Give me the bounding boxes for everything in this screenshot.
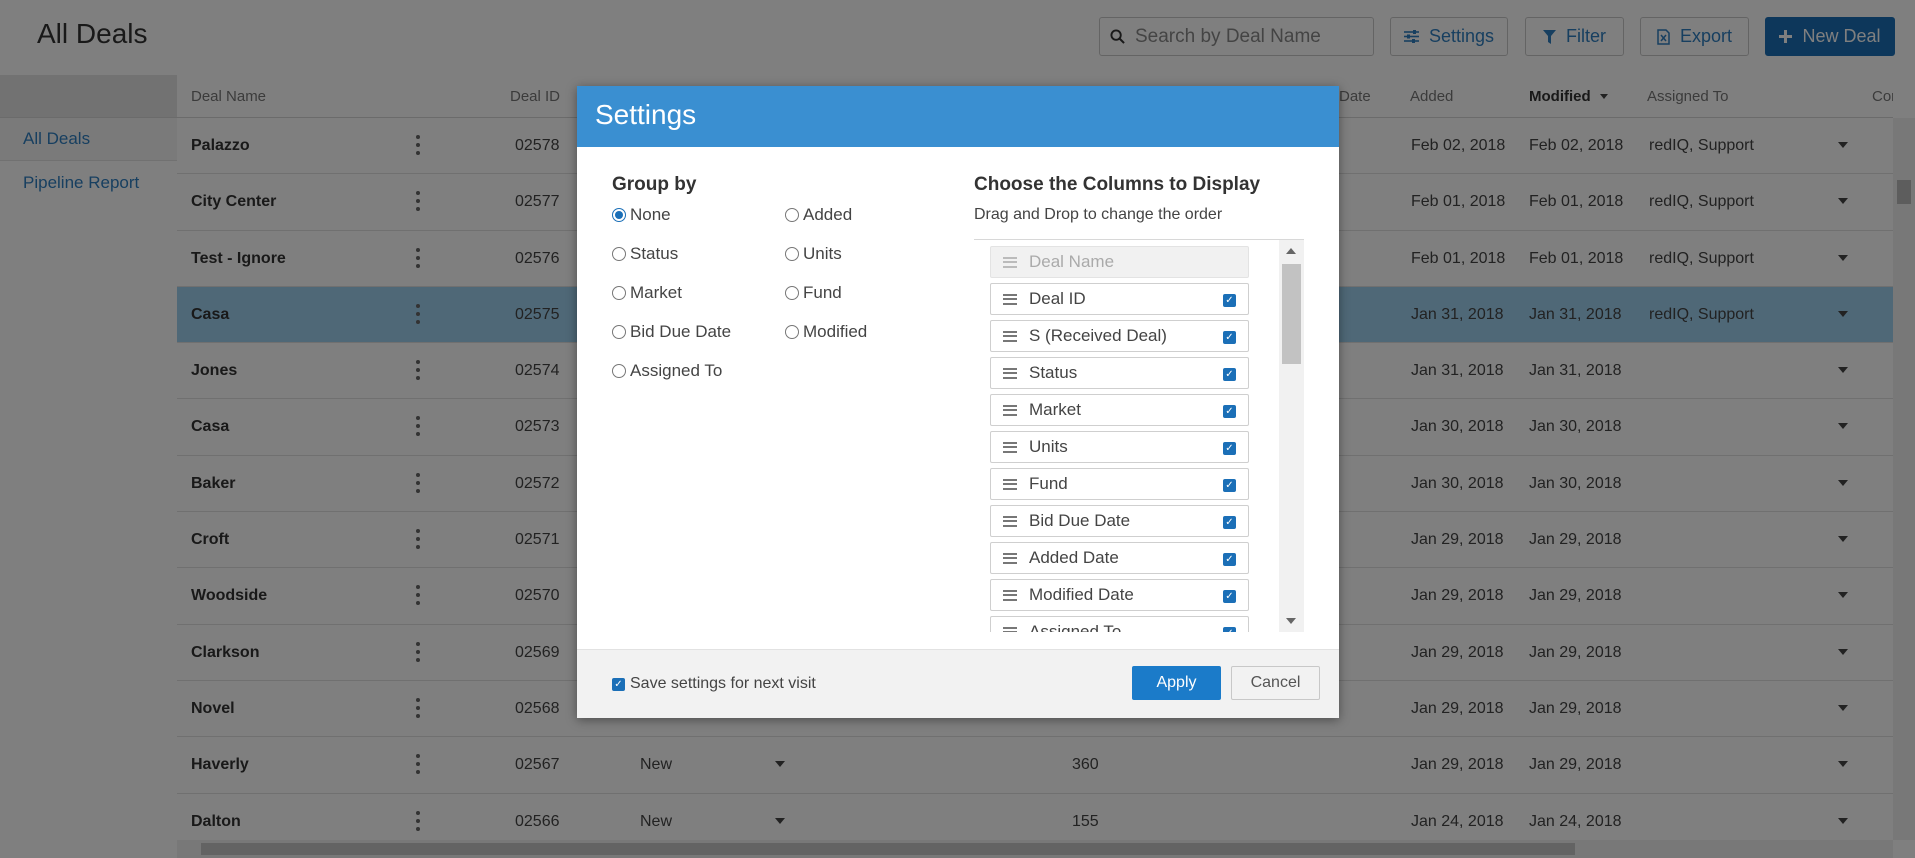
drag-handle-icon[interactable]	[1003, 293, 1017, 305]
column-option-label: Fund	[1029, 474, 1068, 493]
column-option-label: Units	[1029, 437, 1068, 456]
checkbox-checked-icon[interactable]: ✓	[1223, 405, 1236, 418]
column-option-market[interactable]: Market ✓	[990, 394, 1249, 426]
radio-label: Added	[803, 205, 853, 224]
checkbox-checked-icon[interactable]: ✓	[1223, 442, 1236, 455]
group-by-option-added[interactable]: Added	[785, 205, 852, 225]
checkbox-checked-icon[interactable]: ✓	[1223, 590, 1236, 603]
drag-handle-icon[interactable]	[1003, 441, 1017, 453]
checkbox-checked-icon[interactable]: ✓	[612, 677, 625, 691]
radio-icon[interactable]	[785, 247, 799, 261]
save-settings-label: Save settings for next visit	[630, 675, 816, 692]
drag-handle-icon[interactable]	[1003, 589, 1017, 601]
group-by-option-bid-due-date[interactable]: Bid Due Date	[612, 322, 731, 342]
cancel-button[interactable]: Cancel	[1231, 666, 1320, 700]
column-option-assigned-to[interactable]: Assigned To ✓	[990, 616, 1249, 632]
apply-button[interactable]: Apply	[1132, 666, 1221, 700]
column-option-label: Market	[1029, 400, 1081, 419]
radio-icon[interactable]	[612, 286, 626, 300]
checkbox-checked-icon[interactable]: ✓	[1223, 627, 1236, 632]
radio-icon[interactable]	[785, 286, 799, 300]
column-option-label: Added Date	[1029, 548, 1119, 567]
drag-handle-icon[interactable]	[1003, 367, 1017, 379]
radio-label: Modified	[803, 322, 868, 341]
radio-label: Bid Due Date	[630, 322, 732, 341]
group-by-option-assigned-to[interactable]: Assigned To	[612, 361, 722, 381]
checkbox-checked-icon[interactable]: ✓	[1223, 553, 1236, 566]
radio-icon[interactable]	[612, 325, 626, 339]
scroll-down-icon[interactable]	[1286, 618, 1296, 624]
dialog-body: Group by None Status Market Bid Due Date Ass…	[577, 147, 1339, 649]
checkbox-checked-icon[interactable]: ✓	[1223, 516, 1236, 529]
drag-handle-icon[interactable]	[1003, 552, 1017, 564]
column-option-label: Status	[1029, 363, 1078, 382]
radio-label: None	[630, 205, 671, 224]
group-by-option-status[interactable]: Status	[612, 244, 678, 264]
checkbox-checked-icon[interactable]: ✓	[1223, 331, 1236, 344]
group-by-option-units[interactable]: Units	[785, 244, 842, 264]
drag-handle-icon[interactable]	[1003, 330, 1017, 342]
radio-label: Market	[630, 283, 682, 302]
column-option-label: Deal ID	[1029, 289, 1086, 308]
radio-label: Units	[803, 244, 842, 263]
column-option-label: S (Received Deal)	[1029, 326, 1167, 345]
columns-list-scrollbar[interactable]	[1279, 240, 1304, 632]
radio-icon[interactable]	[785, 325, 799, 339]
radio-icon[interactable]	[785, 208, 799, 222]
columns-list: Deal Name Deal ID ✓ S (Received Deal) ✓ Statu…	[974, 239, 1304, 632]
checkbox-checked-icon[interactable]: ✓	[1223, 479, 1236, 492]
column-option-bid-due-date[interactable]: Bid Due Date ✓	[990, 505, 1249, 537]
radio-icon[interactable]	[612, 247, 626, 261]
scroll-up-icon[interactable]	[1286, 248, 1296, 254]
column-option-s-received-deal[interactable]: S (Received Deal) ✓	[990, 320, 1249, 352]
group-by-option-market[interactable]: Market	[612, 283, 682, 303]
columns-title: Choose the Columns to Display	[974, 174, 1261, 195]
column-option-deal-id[interactable]: Deal ID ✓	[990, 283, 1249, 315]
column-option-deal-name[interactable]: Deal Name	[990, 246, 1249, 278]
group-by-option-none[interactable]: None	[612, 205, 671, 225]
column-option-added-date[interactable]: Added Date ✓	[990, 542, 1249, 574]
settings-dialog: Settings Group by None Status Market Bid Du…	[577, 86, 1339, 718]
radio-icon[interactable]	[612, 364, 626, 378]
column-option-status[interactable]: Status ✓	[990, 357, 1249, 389]
column-option-label: Bid Due Date	[1029, 511, 1131, 530]
radio-label: Fund	[803, 283, 842, 302]
drag-handle-icon[interactable]	[1003, 404, 1017, 416]
scroll-thumb[interactable]	[1282, 264, 1301, 364]
radio-label: Assigned To	[630, 361, 723, 380]
column-option-units[interactable]: Units ✓	[990, 431, 1249, 463]
save-settings-checkbox[interactable]: ✓ Save settings for next visit	[612, 675, 816, 693]
column-option-modified-date[interactable]: Modified Date ✓	[990, 579, 1249, 611]
drag-handle-icon[interactable]	[1003, 515, 1017, 527]
group-by-option-fund[interactable]: Fund	[785, 283, 842, 303]
columns-subtitle: Drag and Drop to change the order	[974, 206, 1223, 223]
dialog-title: Settings	[577, 86, 1339, 147]
checkbox-checked-icon[interactable]: ✓	[1223, 368, 1236, 381]
column-option-label: Modified Date	[1029, 585, 1134, 604]
group-by-option-modified[interactable]: Modified	[785, 322, 867, 342]
group-by-title: Group by	[612, 174, 697, 195]
column-option-label: Deal Name	[1029, 252, 1115, 271]
checkbox-checked-icon[interactable]: ✓	[1223, 294, 1236, 307]
drag-handle-icon[interactable]	[1003, 256, 1017, 268]
radio-label: Status	[630, 244, 679, 263]
column-option-label: Assigned To	[1029, 622, 1122, 632]
drag-handle-icon[interactable]	[1003, 478, 1017, 490]
radio-icon[interactable]	[612, 208, 626, 222]
dialog-footer: ✓ Save settings for next visit Apply Can…	[577, 649, 1339, 718]
column-option-fund[interactable]: Fund ✓	[990, 468, 1249, 500]
drag-handle-icon[interactable]	[1003, 626, 1017, 632]
